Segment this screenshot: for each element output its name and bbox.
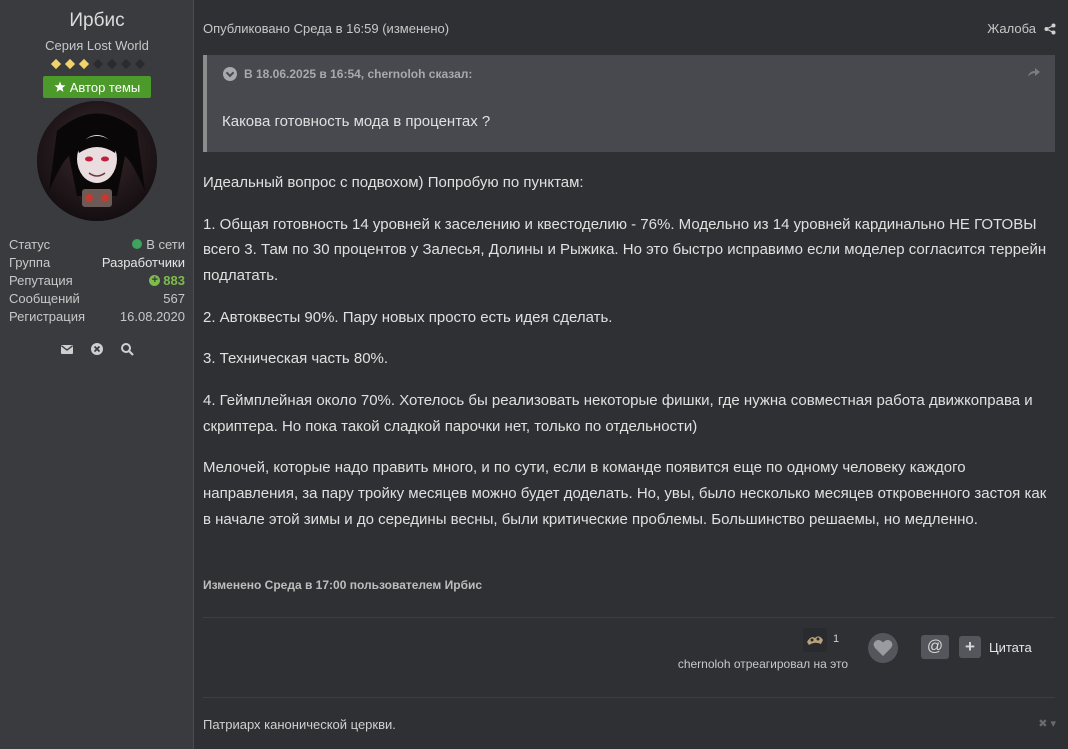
divider — [203, 697, 1055, 698]
reaction-summary[interactable]: chernoloh отреагировал на это — [678, 657, 848, 671]
reputation-value: 883 — [163, 272, 185, 288]
signature-text: Патриарх канонической церкви. — [203, 717, 396, 732]
signature-options-icon[interactable]: ✖ ▾ — [1038, 717, 1056, 730]
share-icon[interactable] — [1044, 23, 1056, 35]
rank-pip-empty — [106, 58, 118, 70]
mention-button[interactable]: @ — [921, 635, 949, 659]
post-paragraph: 2. Автоквесты 90%. Пару новых просто ест… — [203, 308, 613, 326]
quote-citation[interactable]: В 18.06.2025 в 16:54, chernoloh сказал: — [244, 67, 472, 81]
avatar-image — [37, 101, 157, 221]
stat-posts: Сообщений 567 — [9, 289, 185, 307]
stat-value: Разработчики — [101, 254, 185, 270]
post-paragraph: Идеальный вопрос с подвохом) Попробую по… — [203, 174, 584, 191]
search-icon[interactable] — [120, 342, 134, 356]
quote-text: Какова готовность мода в процентах ? — [222, 113, 491, 130]
author-name[interactable]: Ирбис — [0, 10, 194, 32]
quote-header[interactable]: В 18.06.2025 в 16:54, chernoloh сказал: — [223, 67, 472, 81]
author-stats: Статус В сети Группа Разработчики Репута… — [9, 235, 185, 325]
envelope-icon[interactable] — [60, 342, 74, 356]
quote-button[interactable]: Цитата — [989, 640, 1032, 655]
rank-pip-empty — [120, 58, 132, 70]
post-paragraph: 3. Техническая часть 80%. — [203, 350, 389, 368]
reaction-count[interactable]: 1 — [833, 633, 839, 645]
stat-label: Группа — [9, 254, 51, 270]
author-panel: Ирбис Серия Lost World Автор темы Статус… — [0, 0, 194, 749]
block-icon[interactable] — [90, 342, 104, 356]
avatar[interactable] — [37, 101, 157, 221]
stat-value: 567 — [163, 290, 185, 306]
rank-pip-filled — [64, 58, 76, 70]
stat-label: Сообщений — [9, 290, 80, 306]
post-paragraph: Мелочей, которые надо править много, и п… — [203, 459, 1047, 528]
stat-label: Репутация — [9, 272, 73, 288]
post-body: Идеальный вопрос с подвохом) Попробую по… — [203, 170, 1055, 549]
go-to-quote-icon[interactable] — [1027, 66, 1041, 78]
post-paragraph: 1. Общая готовность 14 уровней к заселен… — [203, 215, 1047, 285]
multiquote-button[interactable]: + — [959, 636, 981, 658]
rank-pip-filled — [78, 58, 90, 70]
plus-circle-icon: + — [149, 274, 161, 286]
online-indicator-icon — [132, 239, 143, 249]
edited-note: Изменено Среда в 17:00 пользователем Ирб… — [203, 578, 483, 592]
stat-status: Статус В сети — [9, 235, 185, 253]
quote-block: В 18.06.2025 в 16:54, chernoloh сказал: … — [203, 55, 1055, 152]
report-label[interactable]: Жалоба — [987, 21, 1036, 36]
post-meta[interactable]: Опубликовано Среда в 16:59 (изменено) — [203, 21, 449, 36]
stat-reputation: Репутация +883 — [9, 271, 185, 289]
divider — [203, 617, 1055, 618]
stat-label: Регистрация — [9, 308, 85, 324]
stat-value: В сети — [146, 236, 185, 252]
report-button[interactable]: Жалоба — [987, 21, 1056, 36]
topic-author-badge: Автор темы — [43, 76, 151, 98]
author-rank: Серия Lost World — [45, 38, 149, 53]
topic-author-label: Автор темы — [69, 79, 141, 95]
rank-pips — [50, 57, 146, 71]
post-paragraph: 4. Геймплейная около 70%. Хотелось бы ре… — [203, 391, 1033, 435]
react-button[interactable] — [868, 633, 898, 663]
rank-pip-filled — [50, 58, 62, 70]
stat-value: 16.08.2020 — [119, 308, 185, 324]
star-icon — [54, 81, 66, 92]
author-actions — [60, 342, 134, 356]
reaction-icon[interactable] — [803, 628, 827, 652]
stat-group: Группа Разработчики — [9, 253, 185, 271]
rank-pip-empty — [92, 58, 104, 70]
chevron-down-icon[interactable] — [223, 67, 237, 81]
heart-icon[interactable] — [873, 639, 893, 657]
rank-pip-empty — [134, 58, 146, 70]
stat-registration: Регистрация 16.08.2020 — [9, 307, 185, 325]
stat-label: Статус — [9, 236, 51, 252]
